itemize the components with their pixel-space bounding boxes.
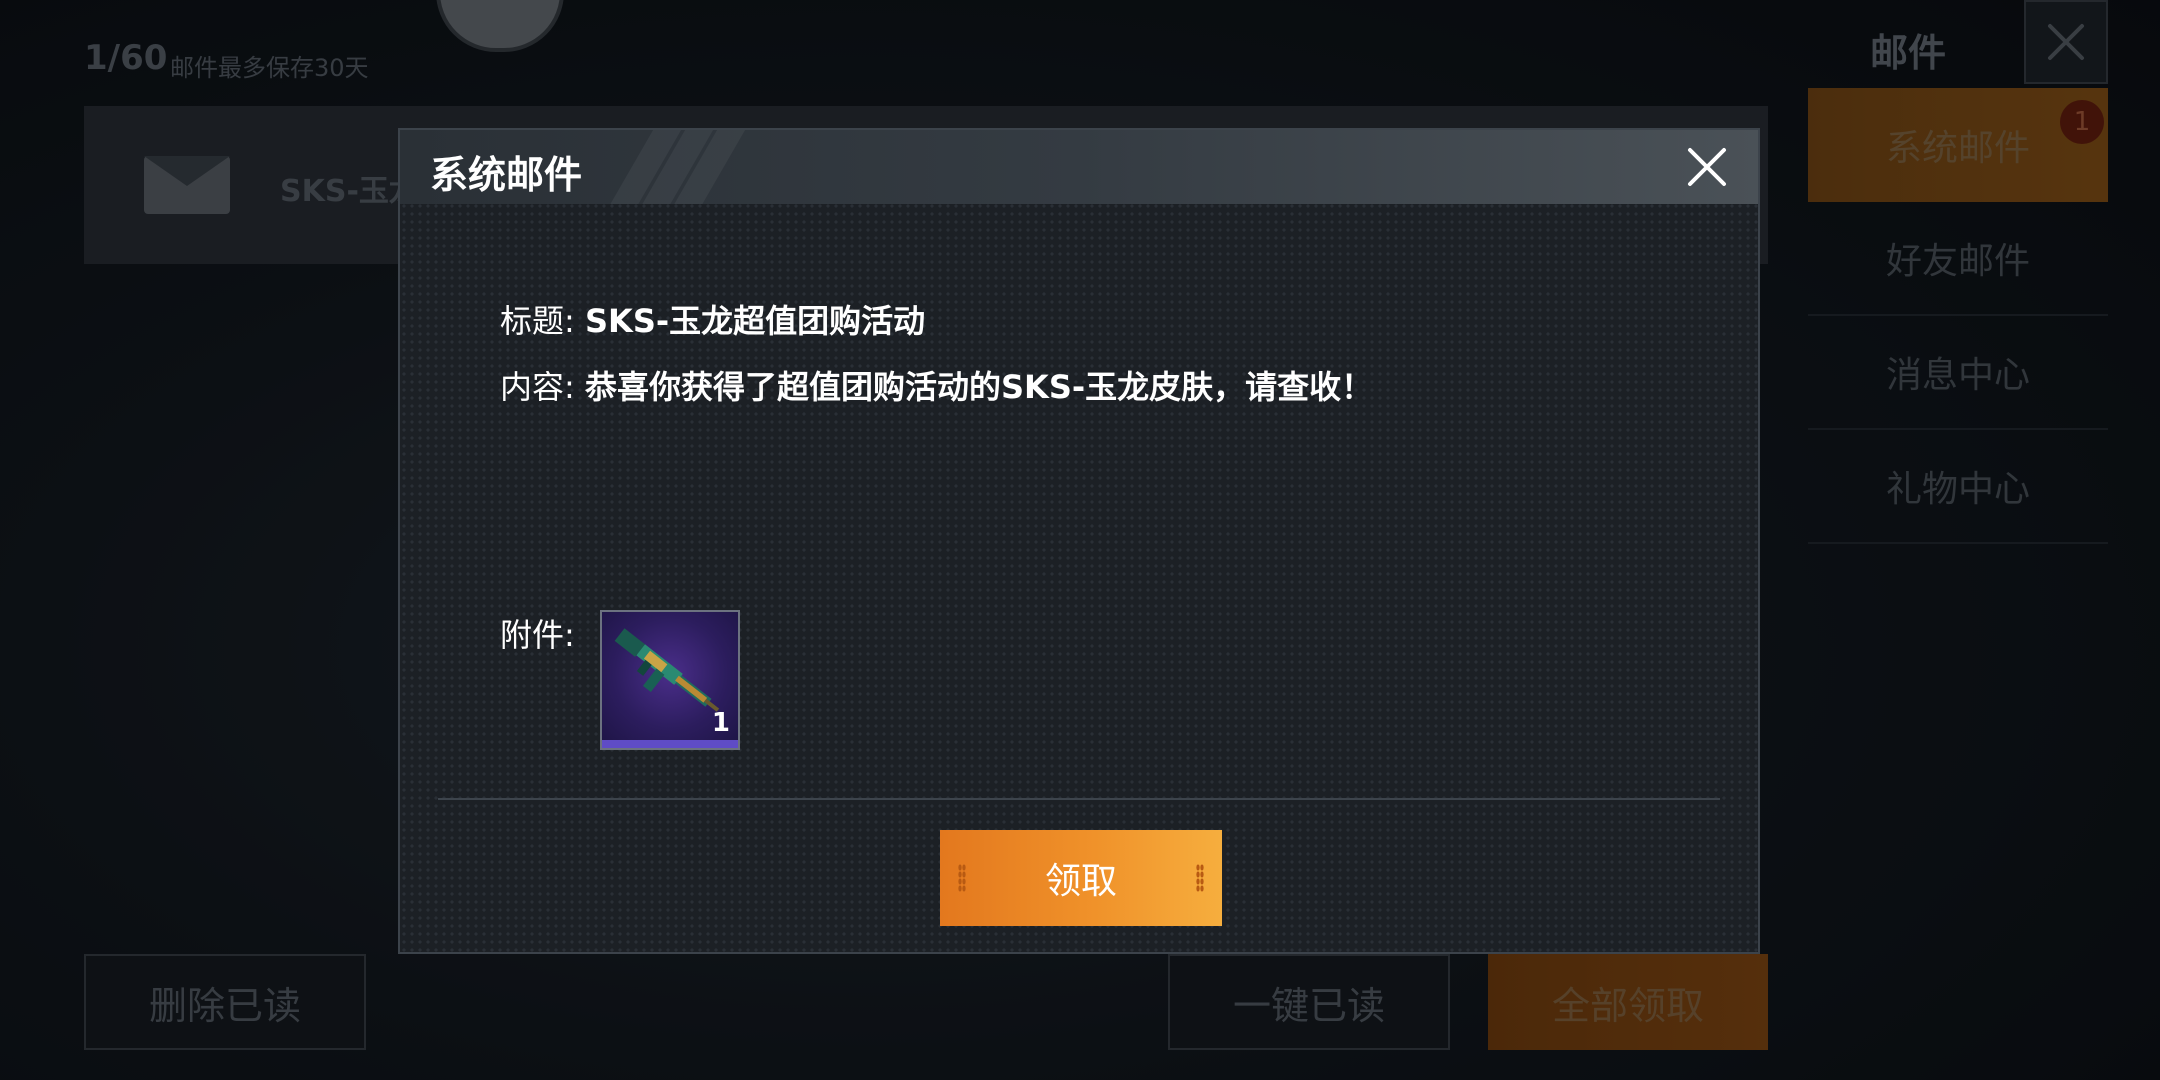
dialog-close-button[interactable]	[1682, 142, 1732, 192]
system-mail-dialog: 系统邮件 标题: SKS-玉龙超值团购活动 内容: 恭喜你获得了超值团购活动的S…	[398, 128, 1760, 954]
close-icon	[1688, 148, 1726, 186]
subject-label: 标题:	[500, 302, 575, 340]
claim-button[interactable]: 领取	[940, 830, 1222, 926]
dialog-divider	[438, 798, 1720, 800]
dialog-header: 系统邮件	[400, 130, 1758, 204]
attachment-count: 1	[711, 708, 730, 738]
claim-button-label: 领取	[1044, 861, 1117, 902]
dialog-title: 系统邮件	[430, 153, 583, 197]
content-label: 内容:	[500, 368, 575, 406]
game-mail-screen: 1/60 邮件最多保存30天 SKS-玉龙 邮件 系统邮件 1 好友邮件 消息中…	[0, 0, 2160, 1080]
rarity-bar	[602, 740, 738, 748]
subject-line: 标题: SKS-玉龙超值团购活动	[500, 296, 925, 342]
attachment-label: 附件:	[500, 616, 575, 654]
attachment-item[interactable]: 1	[600, 610, 740, 750]
subject-value: SKS-玉龙超值团购活动	[584, 302, 926, 340]
content-value: 恭喜你获得了超值团购活动的SKS-玉龙皮肤，请查收！	[584, 368, 1374, 406]
content-line: 内容: 恭喜你获得了超值团购活动的SKS-玉龙皮肤，请查收！	[500, 362, 1373, 408]
